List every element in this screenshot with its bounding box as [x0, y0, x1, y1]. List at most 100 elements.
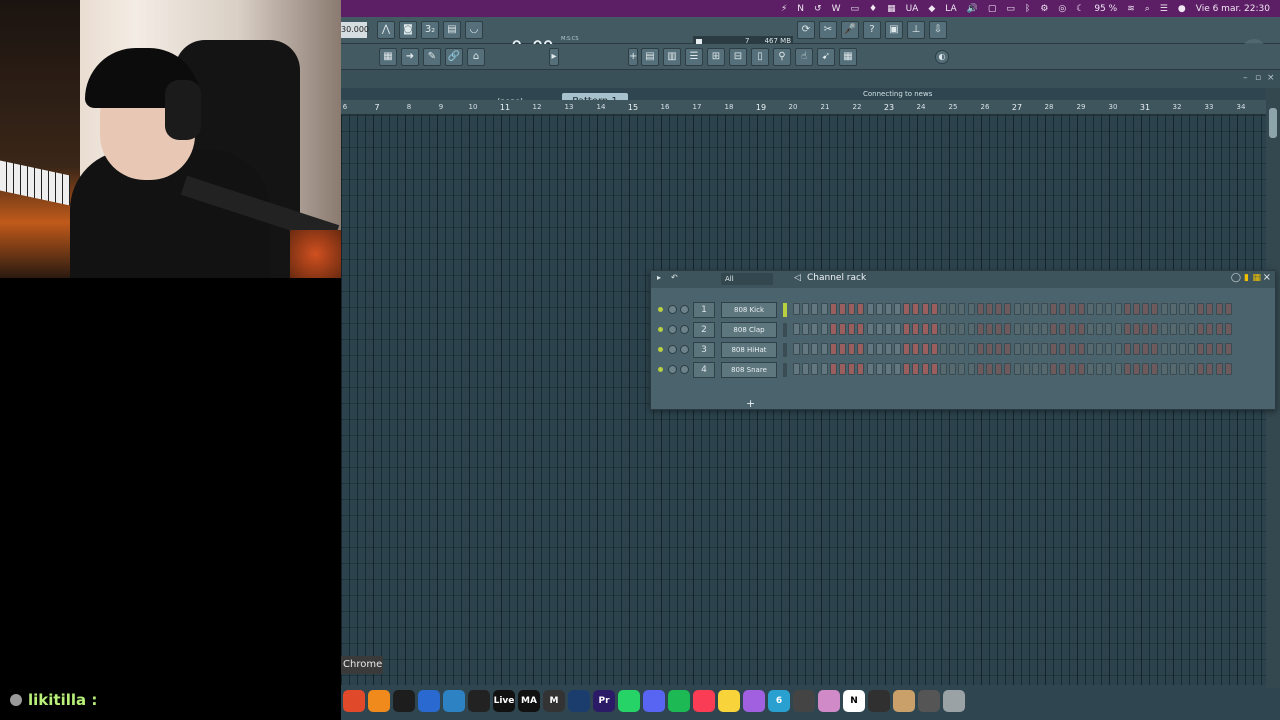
dock-chrome-icon[interactable]	[343, 690, 365, 712]
step-button[interactable]	[976, 323, 984, 335]
step-button[interactable]	[838, 303, 846, 315]
channel-mixer-track[interactable]: 3	[693, 342, 715, 358]
channel-name-button[interactable]: 808 Clap	[721, 322, 777, 338]
step-button[interactable]	[958, 343, 966, 355]
loop-record-button[interactable]: ◡	[465, 21, 483, 39]
plugin-button[interactable]: ⊥	[907, 21, 925, 39]
steps-view-icon[interactable]: ▦	[1252, 273, 1261, 283]
step-button[interactable]	[1215, 343, 1223, 355]
step-button[interactable]	[1013, 303, 1021, 315]
step-button[interactable]	[903, 343, 911, 355]
dock-spotify-icon[interactable]	[668, 690, 690, 712]
step-button[interactable]	[1114, 303, 1122, 315]
bluetooth-icon[interactable]: ᛒ	[1025, 4, 1030, 14]
channel-row[interactable]: 4 808 Snare	[651, 361, 1275, 379]
step-button[interactable]	[995, 303, 1003, 315]
step-button[interactable]	[930, 303, 938, 315]
dock-ableton-live-icon[interactable]: Live	[493, 690, 515, 712]
step-button[interactable]	[1206, 363, 1214, 375]
control-center-icon[interactable]: ☰	[1160, 4, 1168, 14]
search-icon[interactable]: ⌕	[1145, 4, 1150, 14]
step-button[interactable]	[1068, 363, 1076, 375]
channel-mixer-track[interactable]: 4	[693, 362, 715, 378]
step-button[interactable]	[949, 303, 957, 315]
news-button[interactable]: ▦	[839, 48, 857, 66]
channel-pan-knob[interactable]	[668, 345, 677, 354]
step-button[interactable]	[976, 363, 984, 375]
channel-name-button[interactable]: 808 Kick	[721, 302, 777, 318]
step-button[interactable]	[884, 363, 892, 375]
step-button[interactable]	[995, 323, 1003, 335]
step-button[interactable]	[1105, 343, 1113, 355]
step-button[interactable]	[793, 303, 800, 315]
step-button[interactable]	[1123, 363, 1131, 375]
mic-button[interactable]: 🎤	[841, 21, 859, 39]
graph-icon[interactable]: ▮	[1244, 273, 1249, 283]
step-button[interactable]	[1031, 303, 1039, 315]
wifi-icon[interactable]: ≋	[1127, 4, 1135, 14]
playlist-snap-button[interactable]: ▦	[379, 48, 397, 66]
step-button[interactable]	[1077, 343, 1085, 355]
step-button[interactable]	[1215, 363, 1223, 375]
channel-mixer-track[interactable]: 2	[693, 322, 715, 338]
step-button[interactable]	[1077, 303, 1085, 315]
dock-ma-icon[interactable]: MA	[518, 690, 540, 712]
step-button[interactable]	[967, 323, 975, 335]
step-button[interactable]	[1151, 343, 1159, 355]
siri-icon[interactable]: ●	[1178, 4, 1186, 14]
step-button[interactable]	[884, 323, 892, 335]
step-button[interactable]	[976, 303, 984, 315]
timeline-ruler[interactable]: 6 7 8 9 10 11 12 13 14 15 16 17 18 19 20 21 22 23 24 25 26 27…	[341, 100, 1266, 115]
step-button[interactable]	[912, 343, 920, 355]
step-button[interactable]	[848, 323, 856, 335]
step-button[interactable]	[1224, 303, 1232, 315]
countdown-button[interactable]: 3₂	[421, 21, 439, 39]
step-button[interactable]	[958, 323, 966, 335]
channel-pan-knob[interactable]	[668, 325, 677, 334]
step-button[interactable]	[829, 343, 837, 355]
step-button[interactable]	[802, 303, 810, 315]
step-button[interactable]	[1160, 323, 1168, 335]
dock-music-icon[interactable]	[693, 690, 715, 712]
step-button[interactable]	[1004, 343, 1012, 355]
help-button[interactable]: ?	[863, 21, 881, 39]
step-button[interactable]	[1013, 323, 1021, 335]
step-button[interactable]	[1169, 343, 1177, 355]
window-icon[interactable]: ▢	[988, 4, 997, 14]
step-button[interactable]	[1022, 343, 1030, 355]
step-button[interactable]	[1068, 303, 1076, 315]
step-button[interactable]	[1160, 343, 1168, 355]
dock-calculator-icon[interactable]	[793, 690, 815, 712]
channel-filter-select[interactable]: All	[721, 273, 773, 285]
channel-led-icon[interactable]	[658, 307, 663, 312]
channel-row[interactable]: 2 808 Clap	[651, 321, 1275, 339]
step-button[interactable]	[848, 363, 856, 375]
dock-app-unity-icon[interactable]	[468, 690, 490, 712]
menubar-clock[interactable]: Vie 6 mar. 22:30	[1196, 4, 1270, 14]
step-button[interactable]	[1215, 323, 1223, 335]
add-channel-button[interactable]: +	[746, 397, 755, 410]
step-button[interactable]	[857, 343, 865, 355]
step-button[interactable]	[1114, 323, 1122, 335]
step-button[interactable]	[1215, 303, 1223, 315]
step-button[interactable]	[1087, 343, 1094, 355]
step-button[interactable]	[940, 303, 947, 315]
step-button[interactable]	[1132, 323, 1140, 335]
undo-history-button[interactable]: ⟳	[797, 21, 815, 39]
step-button[interactable]	[1188, 343, 1196, 355]
blend-notes-button[interactable]: ▤	[443, 21, 461, 39]
step-button[interactable]	[1178, 343, 1186, 355]
step-button[interactable]	[1178, 323, 1186, 335]
step-button[interactable]	[1105, 363, 1113, 375]
step-button[interactable]	[793, 363, 800, 375]
step-button[interactable]	[1197, 363, 1205, 375]
step-button[interactable]	[838, 323, 846, 335]
channel-row[interactable]: 3 808 HiHat	[651, 341, 1275, 359]
step-button[interactable]	[921, 303, 929, 315]
tempo-display[interactable]: 30.000	[341, 22, 369, 38]
step-button[interactable]	[1004, 303, 1012, 315]
step-button[interactable]	[949, 343, 957, 355]
step-button[interactable]	[1041, 303, 1049, 315]
dock-folder-icon[interactable]	[918, 690, 940, 712]
step-button[interactable]	[1096, 323, 1104, 335]
